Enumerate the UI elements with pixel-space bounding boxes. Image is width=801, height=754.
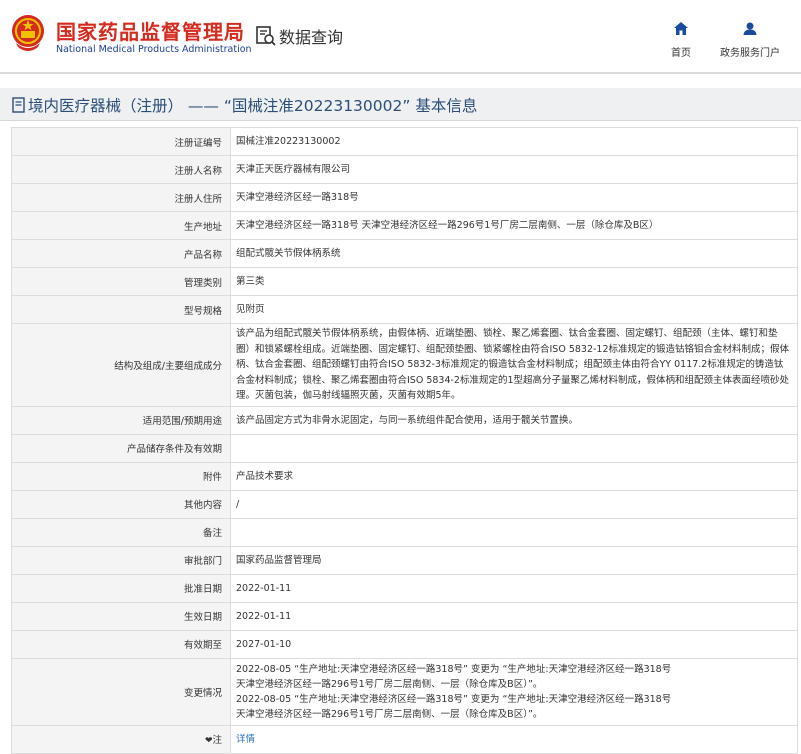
page-title-bar: 境内医疗器械（注册） —— “国械注准20223130002” 基本信息 [0, 88, 801, 121]
row-label: 批准日期 [11, 573, 231, 603]
site-header: 国家药品监督管理局 National Medical Products Admi… [0, 0, 801, 74]
table-row: 适用范围/预期用途 该产品固定方式为非骨水泥固定，与同一系统组件配合使用，适用于髋… [11, 405, 798, 435]
row-label: 适用范围/预期用途 [11, 405, 231, 435]
nav-gov-portal[interactable]: 政务服务门户 [716, 22, 784, 59]
user-icon [743, 22, 757, 35]
table-row: 注册证编号 国械注准20223130002 [11, 127, 798, 156]
table-row: 有效期至 2027-01-10 [11, 629, 798, 659]
table-row: 审批部门 国家药品监督管理局 [11, 545, 798, 575]
page-title-text: 境内医疗器械（注册） —— “国械注准20223130002” 基本信息 [28, 97, 478, 115]
pin-icon: ❤ [204, 736, 213, 746]
row-label: 变更情况 [11, 657, 231, 726]
table-row-note: ❤注 详情 [11, 724, 798, 754]
table-row: 注册人住所 天津空港经济区经一路318号 [11, 183, 798, 212]
row-label: 注册人名称 [11, 155, 231, 184]
row-label-note: ❤注 [11, 724, 231, 754]
table-row: 型号规格 见附页 [11, 295, 798, 324]
table-row: 备注 [11, 517, 798, 547]
row-label: 型号规格 [11, 295, 231, 324]
row-value: 该产品为组配式髋关节假体柄系统，由假体柄、近端垫圈、锁栓、聚乙烯套圈、钛合金套圈… [230, 323, 798, 407]
table-row: 结构及组成/主要组成成分 该产品为组配式髋关节假体柄系统，由假体柄、近端垫圈、锁栓… [11, 323, 798, 407]
data-query-link[interactable]: 数据查询 [255, 24, 343, 48]
nav-gov-portal-label: 政务服务门户 [720, 48, 780, 59]
table-row: 批准日期 2022-01-11 [11, 573, 798, 603]
change-history: 2022-08-05 “生产地址:天津空港经济区经一路318号” 变更为 “生产… [230, 657, 798, 726]
row-label: 生效日期 [11, 601, 231, 631]
nav-home-label: 首页 [671, 48, 691, 59]
row-value: 产品技术要求 [230, 461, 798, 491]
logo-title-cn: 国家药品监督管理局 [56, 20, 245, 44]
row-label: 其他内容 [11, 489, 231, 519]
info-table-wrap: 注册证编号 国械注准20223130002 注册人名称 天津正天医疗器械有限公司 注册人… [11, 127, 798, 754]
table-row: 产品名称 组配式髋关节假体柄系统 [11, 239, 798, 268]
note-label: 注 [212, 735, 222, 746]
row-label: 管理类别 [11, 267, 231, 296]
row-value [230, 433, 798, 463]
row-value: 组配式髋关节假体柄系统 [230, 239, 798, 268]
row-value: 见附页 [230, 295, 798, 324]
row-value: 2022-01-11 [230, 601, 798, 631]
row-label: 审批部门 [11, 545, 231, 575]
table-row-change: 变更情况 2022-08-05 “生产地址:天津空港经济区经一路318号” 变更为… [11, 657, 798, 726]
page-title: 境内医疗器械（注册） —— “国械注准20223130002” 基本信息 [12, 94, 477, 116]
row-value [230, 517, 798, 547]
table-row: 其他内容 / [11, 489, 798, 519]
row-value: 国家药品监督管理局 [230, 545, 798, 575]
data-query-label: 数据查询 [279, 28, 344, 47]
row-label: 结构及组成/主要组成成分 [11, 323, 231, 407]
device-info-table: 注册证编号 国械注准20223130002 注册人名称 天津正天医疗器械有限公司 注册人… [11, 127, 798, 754]
change-line: 天津空港经济区经一路296号1号厂房二层南侧、一层（除仓库及B区）”。 [236, 708, 543, 720]
row-value-note: 详情 [230, 724, 798, 754]
row-label: 注册人住所 [11, 183, 231, 212]
row-label: 备注 [11, 517, 231, 547]
row-value: 2027-01-10 [230, 629, 798, 659]
home-icon [674, 22, 688, 35]
data-query-icon [256, 26, 276, 46]
row-label: 产品储存条件及有效期 [11, 433, 231, 463]
table-row: 管理类别 第三类 [11, 267, 798, 296]
row-label: 产品名称 [11, 239, 231, 268]
row-value: 天津空港经济区经一路318号 [230, 183, 798, 212]
row-value: 该产品固定方式为非骨水泥固定，与同一系统组件配合使用，适用于髋关节置换。 [230, 405, 798, 435]
row-value: 国械注准20223130002 [230, 127, 798, 156]
row-value: / [230, 489, 798, 519]
table-row: 附件 产品技术要求 [11, 461, 798, 491]
change-line: 天津空港经济区经一路296号1号厂房二层南侧、一层（除仓库及B区）”。 [236, 678, 543, 690]
details-link[interactable]: 详情 [236, 734, 255, 745]
logo-title-en: National Medical Products Administration [56, 44, 252, 55]
row-label: 有效期至 [11, 629, 231, 659]
row-value: 天津正天医疗器械有限公司 [230, 155, 798, 184]
table-row: 生效日期 2022-01-11 [11, 601, 798, 631]
table-row: 生产地址 天津空港经济区经一路318号 天津空港经济区经一路296号1号厂房二层南… [11, 211, 798, 240]
change-line: 2022-08-05 “生产地址:天津空港经济区经一路318号” 变更为 “生产… [236, 693, 672, 705]
change-line: 2022-08-05 “生产地址:天津空港经济区经一路318号” 变更为 “生产… [236, 663, 672, 675]
table-row: 产品储存条件及有效期 [11, 433, 798, 463]
row-label: 生产地址 [11, 211, 231, 240]
national-emblem-logo [12, 15, 44, 51]
row-label: 附件 [11, 461, 231, 491]
nav-home[interactable]: 首页 [666, 22, 696, 59]
row-value: 2022-01-11 [230, 573, 798, 603]
row-label: 注册证编号 [11, 127, 231, 156]
row-value: 第三类 [230, 267, 798, 296]
document-icon [12, 97, 25, 113]
row-value: 天津空港经济区经一路318号 天津空港经济区经一路296号1号厂房二层南侧、一层… [230, 211, 798, 240]
table-row: 注册人名称 天津正天医疗器械有限公司 [11, 155, 798, 184]
